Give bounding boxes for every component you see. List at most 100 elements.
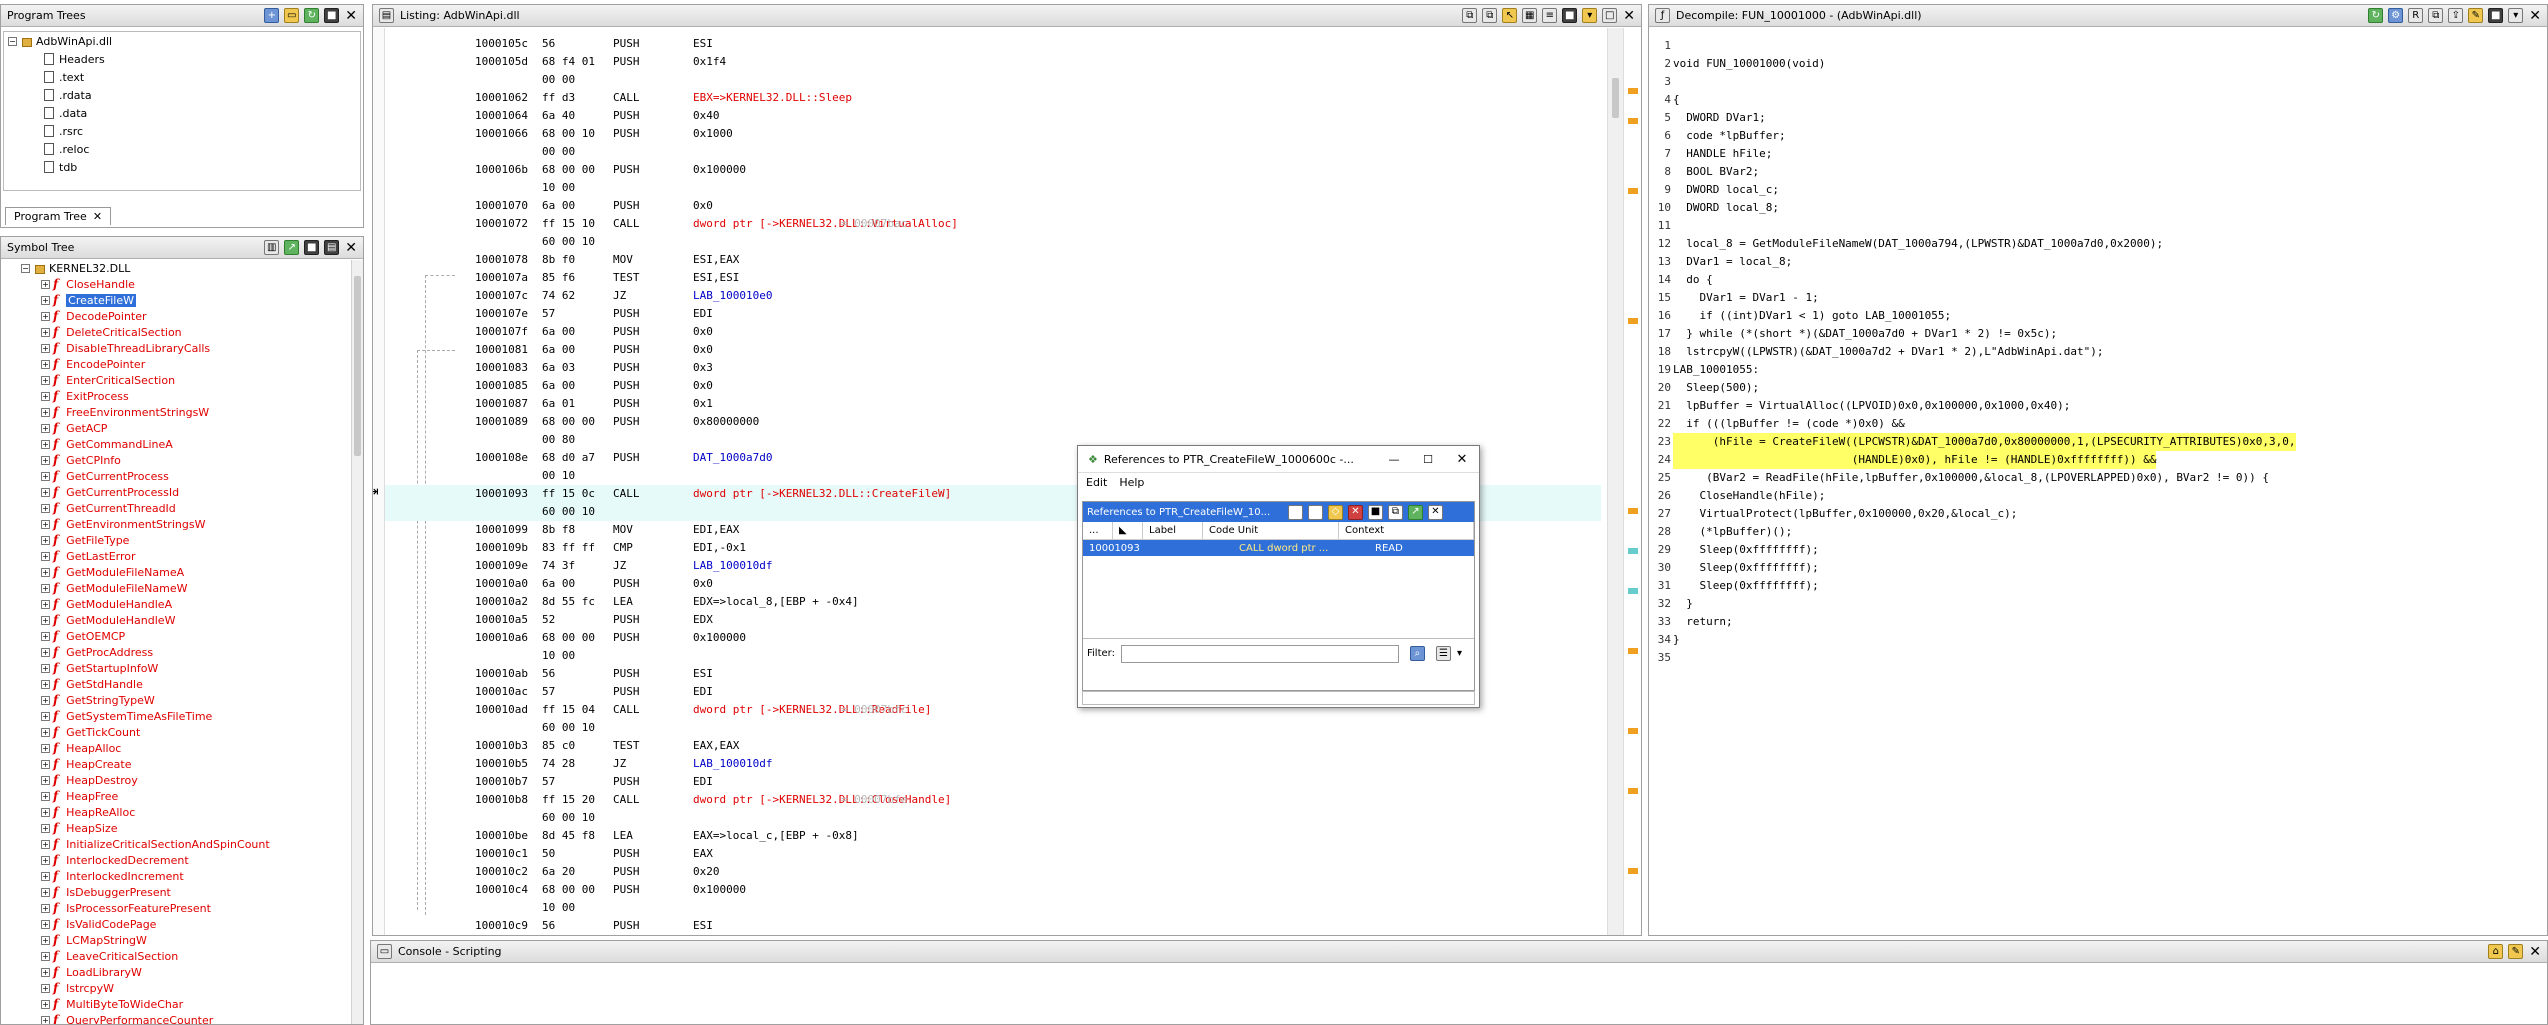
expand-icon[interactable]: +: [41, 711, 50, 721]
code-line[interactable]: 5 DWORD DVar1;: [1651, 109, 2547, 127]
filter-input[interactable]: [1120, 644, 1399, 663]
expand-icon[interactable]: +: [41, 359, 50, 369]
code-line[interactable]: 27 VirtualProtect(lpBuffer,0x100000,0x20…: [1651, 505, 2547, 523]
ro-icon[interactable]: R: [2408, 8, 2424, 23]
symbol-item[interactable]: + f EncodePointer: [1, 356, 363, 372]
code-line[interactable]: 3: [1651, 73, 2547, 91]
expand-icon[interactable]: +: [41, 423, 50, 433]
tree-item[interactable]: tdb: [4, 158, 360, 176]
listing-row[interactable]: 10001078 8b f0 MOV ESI,EAX: [385, 251, 1601, 269]
symbol-item[interactable]: + f LCMapStringW: [1, 932, 363, 948]
snapshot-icon[interactable]: ■: [324, 8, 340, 23]
tree-root[interactable]: − AdbWinApi.dll: [4, 32, 360, 50]
symbol-item[interactable]: + f HeapAlloc: [1, 740, 363, 756]
symbol-item[interactable]: + f GetTickCount: [1, 724, 363, 740]
decompile-body[interactable]: 1 2 void FUN_10001000(void) 3 4{5 DWORD DVar…: [1651, 37, 2547, 935]
symbol-item[interactable]: + f DeleteCriticalSection: [1, 324, 363, 340]
symbol-item[interactable]: + f GetStringTypeW: [1, 692, 363, 708]
expand-icon[interactable]: +: [41, 1015, 50, 1024]
copy-icon[interactable]: ⧉: [1388, 504, 1403, 520]
listing-row[interactable]: 10001064 6a 40 PUSH 0x40: [385, 107, 1601, 125]
listing-row[interactable]: 100010c4 68 00 00 PUSH 0x100000: [385, 881, 1601, 899]
col-context[interactable]: Context: [1339, 521, 1474, 540]
tree-item[interactable]: .text: [4, 68, 360, 86]
tab-program-tree[interactable]: Program Tree ✕: [5, 207, 112, 225]
code-line[interactable]: 13 DVar1 = local_8;: [1651, 253, 2547, 271]
expand-icon[interactable]: +: [41, 903, 50, 913]
expand-icon[interactable]: +: [41, 919, 50, 929]
listing-row[interactable]: 100010b8 ff 15 20 CALL dword ptr [->KERNEL3…: [385, 791, 1601, 809]
listing-row[interactable]: 00 00: [385, 71, 1601, 89]
code-line[interactable]: 26 CloseHandle(hFile);: [1651, 487, 2547, 505]
col-label[interactable]: Label: [1143, 521, 1203, 540]
expand-icon[interactable]: +: [41, 759, 50, 769]
code-line[interactable]: 25 (BVar2 = ReadFile(hFile,lpBuffer,0x10…: [1651, 469, 2547, 487]
code-line[interactable]: 4{: [1651, 91, 2547, 109]
code-line[interactable]: 18 lstrcpyW((LPWSTR)(&DAT_1000a7d2 + DVa…: [1651, 343, 2547, 361]
tree-item[interactable]: .rsrc: [4, 122, 360, 140]
symbol-item[interactable]: + f GetCurrentProcessId: [1, 484, 363, 500]
expand-icon[interactable]: +: [41, 999, 50, 1009]
menu-help[interactable]: Help: [1119, 476, 1144, 489]
symbol-item[interactable]: + f GetModuleHandleW: [1, 612, 363, 628]
scroll-thumb[interactable]: [354, 276, 361, 456]
code-line[interactable]: 14 do {: [1651, 271, 2547, 289]
symbol-item[interactable]: + f GetSystemTimeAsFileTime: [1, 708, 363, 724]
close-icon[interactable]: ✕: [2529, 8, 2541, 24]
code-line[interactable]: 22 if (((lpBuffer != (code *)0x0) &&: [1651, 415, 2547, 433]
listing-row[interactable]: 60 00 10: [385, 809, 1601, 827]
snapshot-icon[interactable]: ■: [304, 240, 320, 255]
symbol-item[interactable]: + f InterlockedDecrement: [1, 852, 363, 868]
maximize-icon[interactable]: □: [1602, 8, 1618, 23]
code-line[interactable]: 28 (*lpBuffer)();: [1651, 523, 2547, 541]
col-location[interactable]: ...: [1083, 521, 1113, 540]
paste-icon[interactable]: ⧉: [1482, 8, 1498, 23]
code-line[interactable]: 33 return;: [1651, 613, 2547, 631]
listing-row[interactable]: 10 00: [385, 179, 1601, 197]
listing-row[interactable]: 1000105c 56 PUSH ESI: [385, 35, 1601, 53]
code-line[interactable]: 35: [1651, 649, 2547, 667]
expand-icon[interactable]: +: [41, 583, 50, 593]
expand-icon[interactable]: +: [41, 727, 50, 737]
close-icon[interactable]: ✕: [1445, 452, 1479, 467]
expand-icon[interactable]: +: [41, 631, 50, 641]
symbol-item[interactable]: + f GetModuleFileNameW: [1, 580, 363, 596]
symbol-item[interactable]: + f CloseHandle: [1, 276, 363, 292]
expand-icon[interactable]: +: [41, 679, 50, 689]
table-row[interactable]: 10001093 CALL dword ptr ... READ: [1083, 540, 1474, 556]
expand-icon[interactable]: +: [41, 647, 50, 657]
options-icon[interactable]: ▾: [2508, 8, 2524, 23]
expand-icon[interactable]: +: [41, 279, 50, 289]
expand-icon[interactable]: +: [41, 775, 50, 785]
expand-icon[interactable]: +: [41, 503, 50, 513]
code-line[interactable]: 32 }: [1651, 595, 2547, 613]
symbol-item[interactable]: + f GetProcAddress: [1, 644, 363, 660]
expand-icon[interactable]: +: [41, 535, 50, 545]
symbol-item[interactable]: + f GetLastError: [1, 548, 363, 564]
symbol-item[interactable]: + f QueryPerformanceCounter: [1, 1012, 363, 1024]
maximize-icon[interactable]: ☐: [1411, 453, 1445, 466]
col-type[interactable]: ◣: [1113, 521, 1143, 540]
code-line[interactable]: 23 (hFile = CreateFileW((LPCWSTR)&DAT_10…: [1651, 433, 2547, 451]
symbol-item[interactable]: + f GetModuleHandleA: [1, 596, 363, 612]
symbol-item[interactable]: + f MultiByteToWideChar: [1, 996, 363, 1012]
listing-row[interactable]: 100010b3 85 c0 TEST EAX,EAX: [385, 737, 1601, 755]
code-line[interactable]: 31 Sleep(0xffffffff);: [1651, 577, 2547, 595]
symbol-item[interactable]: + f HeapCreate: [1, 756, 363, 772]
expand-icon[interactable]: +: [41, 823, 50, 833]
symbol-item[interactable]: + f GetCommandLineA: [1, 436, 363, 452]
collapse-icon[interactable]: −: [21, 263, 30, 273]
listing-row[interactable]: 1000105d 68 f4 01 PUSH 0x1f4: [385, 53, 1601, 71]
expand-icon[interactable]: +: [41, 311, 50, 321]
listing-row[interactable]: 1000106b 68 00 00 PUSH 0x100000: [385, 161, 1601, 179]
symbol-item[interactable]: + f GetOEMCP: [1, 628, 363, 644]
symbol-item[interactable]: + f ExitProcess: [1, 388, 363, 404]
expand-icon[interactable]: +: [41, 967, 50, 977]
code-line[interactable]: 8 BOOL BVar2;: [1651, 163, 2547, 181]
symbol-item[interactable]: + f GetStartupInfoW: [1, 660, 363, 676]
debug-icon[interactable]: ⚙: [2388, 8, 2404, 23]
symbol-item[interactable]: + f HeapReAlloc: [1, 804, 363, 820]
symbol-item[interactable]: + f EnterCriticalSection: [1, 372, 363, 388]
copy-icon[interactable]: ⧉: [1462, 8, 1478, 23]
listing-row[interactable]: 60 00 10: [385, 719, 1601, 737]
